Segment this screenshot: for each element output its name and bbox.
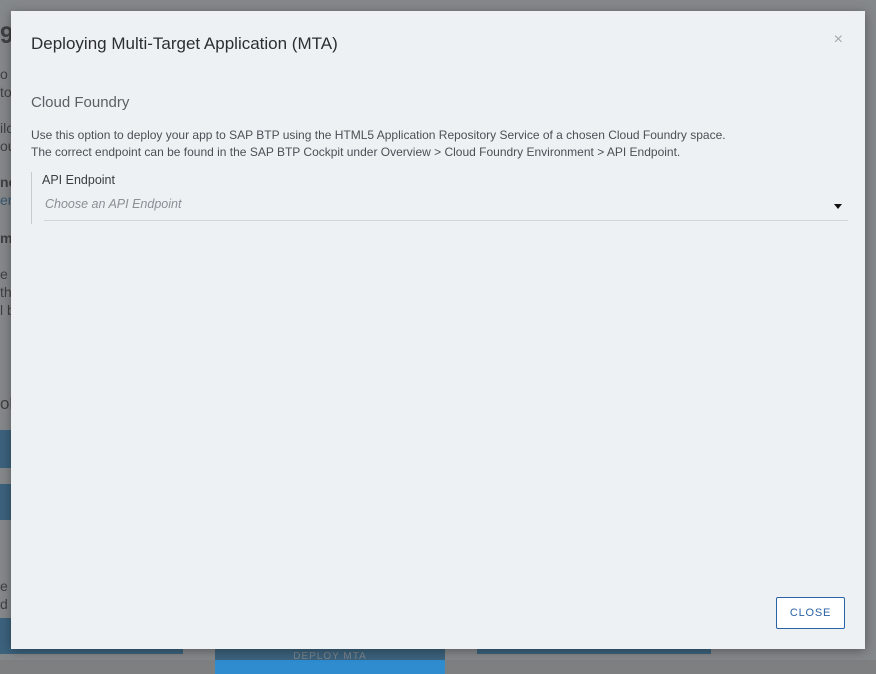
- description-line-2: The correct endpoint can be found in the…: [31, 145, 681, 159]
- close-button[interactable]: CLOSE: [776, 597, 845, 629]
- dialog-title: Deploying Multi-Target Application (MTA): [31, 34, 338, 53]
- api-endpoint-select[interactable]: Choose an API Endpoint: [44, 196, 848, 221]
- api-endpoint-field-group: API Endpoint Choose an API Endpoint: [31, 172, 848, 224]
- api-endpoint-label: API Endpoint: [42, 173, 115, 187]
- caret-down-icon: [834, 204, 842, 209]
- section-title: Cloud Foundry: [31, 94, 130, 111]
- description-line-1: Use this option to deploy your app to SA…: [31, 128, 726, 142]
- deploy-mta-dialog: Deploying Multi-Target Application (MTA)…: [11, 11, 865, 649]
- description: Use this option to deploy your app to SA…: [31, 127, 831, 161]
- api-endpoint-placeholder: Choose an API Endpoint: [45, 197, 182, 211]
- close-icon[interactable]: ×: [834, 31, 843, 49]
